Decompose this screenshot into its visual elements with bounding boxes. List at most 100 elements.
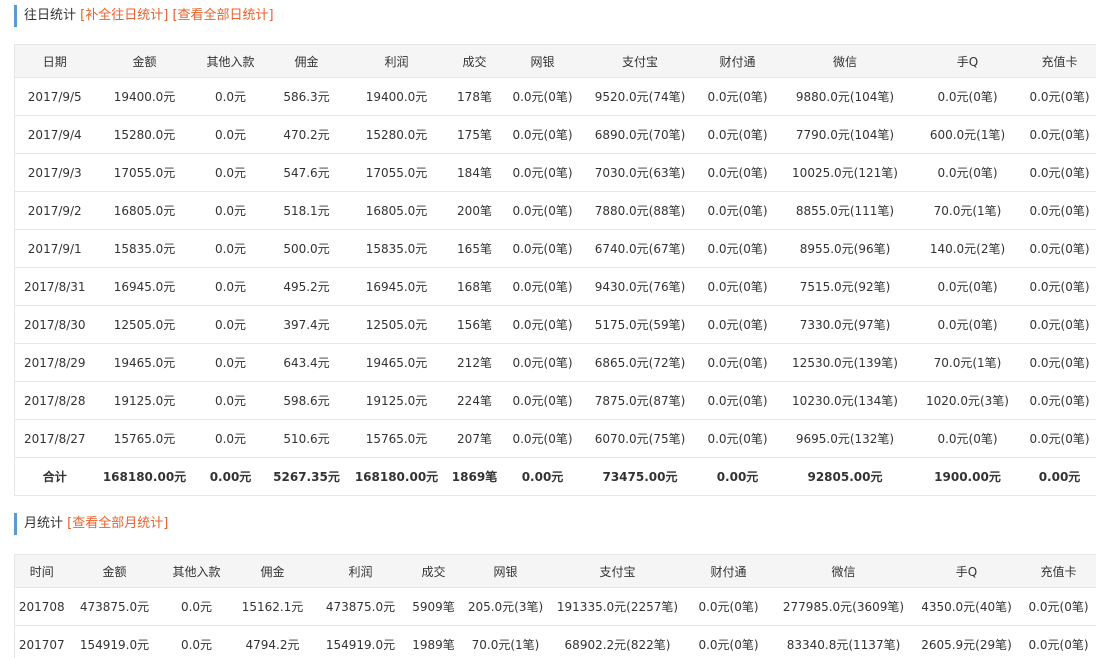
fill-daily-stats-link[interactable]: [补全往日统计]	[80, 8, 168, 23]
daily-column-header: 手Q	[912, 44, 1023, 78]
monthly-column-header: 充值卡	[1020, 554, 1096, 588]
table-cell: 70.0元(1笔)	[458, 625, 553, 658]
table-cell: 495.2元	[266, 267, 347, 306]
monthly-stats-title: 月统计	[24, 516, 64, 531]
total-cell: 1900.00元	[912, 457, 1023, 496]
table-cell: 0.0元(0笔)	[502, 191, 583, 230]
monthly-column-header: 微信	[774, 554, 913, 588]
table-cell: 518.1元	[266, 191, 347, 230]
monthly-column-header: 其他入款	[160, 554, 233, 588]
table-cell: 0.0元(0笔)	[697, 191, 778, 230]
table-cell: 7330.0元(97笔)	[777, 305, 913, 344]
table-cell: 510.6元	[266, 419, 347, 458]
monthly-table-header-row: 时间 金额 其他入款 佣金 利润 成交 网银 支付宝 财付通 微信 手Q 充值卡	[14, 554, 1096, 588]
table-cell: 0.0元	[160, 587, 233, 626]
total-cell: 0.00元	[502, 457, 583, 496]
table-cell: 4350.0元(40笔)	[912, 587, 1021, 626]
table-cell: 0.0元(0笔)	[1022, 419, 1096, 458]
table-cell: 0.0元(0笔)	[912, 153, 1023, 192]
table-row: 2017/8/31 16945.0元 0.0元 495.2元 16945.0元 168笔 0…	[14, 267, 1096, 306]
table-cell: 0.0元(0笔)	[697, 381, 778, 420]
table-cell: 0.0元	[194, 229, 267, 268]
view-all-monthly-stats-link[interactable]: [查看全部月统计]	[67, 516, 168, 531]
table-cell: 10025.0元(121笔)	[777, 153, 913, 192]
total-cell: 0.00元	[697, 457, 778, 496]
table-row: 2017/8/30 12505.0元 0.0元 397.4元 12505.0元 156笔 0…	[14, 305, 1096, 344]
table-cell: 9430.0元(76笔)	[582, 267, 698, 306]
table-row: 2017/9/3 17055.0元 0.0元 547.6元 17055.0元 184笔 0.…	[14, 153, 1096, 192]
table-row: 201707 154919.0元 0.0元 4794.2元 154919.0元 1989笔…	[14, 625, 1096, 658]
table-cell: 0.0元(0笔)	[1022, 77, 1096, 116]
table-cell: 2017/9/1	[14, 229, 95, 268]
table-cell: 15835.0元	[346, 229, 447, 268]
daily-column-header: 佣金	[266, 44, 347, 78]
table-cell: 0.0元(0笔)	[1022, 153, 1096, 192]
table-cell: 4794.2元	[232, 625, 313, 658]
table-cell: 0.0元(0笔)	[502, 381, 583, 420]
table-cell: 19400.0元	[94, 77, 195, 116]
stats-page: 往日统计 [补全往日统计] [查看全部日统计] 日期 金额 其他入款 佣金 利润 成交 网银…	[0, 0, 1096, 658]
table-cell: 0.0元(0笔)	[697, 77, 778, 116]
table-cell: 16945.0元	[346, 267, 447, 306]
table-cell: 547.6元	[266, 153, 347, 192]
table-cell: 201707	[14, 625, 69, 658]
monthly-column-header: 金额	[68, 554, 161, 588]
table-cell: 0.0元(0笔)	[1022, 267, 1096, 306]
table-row: 2017/8/28 19125.0元 0.0元 598.6元 19125.0元 224笔 0…	[14, 381, 1096, 420]
table-cell: 0.0元(0笔)	[697, 115, 778, 154]
table-cell: 8955.0元(96笔)	[777, 229, 913, 268]
table-cell: 0.0元(0笔)	[1022, 229, 1096, 268]
table-cell: 0.0元(0笔)	[697, 267, 778, 306]
table-cell: 15765.0元	[94, 419, 195, 458]
table-cell: 0.0元(0笔)	[1020, 625, 1096, 658]
table-cell: 15835.0元	[94, 229, 195, 268]
table-cell: 586.3元	[266, 77, 347, 116]
view-all-daily-stats-link[interactable]: [查看全部日统计]	[172, 8, 273, 23]
table-cell: 0.0元(0笔)	[682, 587, 775, 626]
table-cell: 6740.0元(67笔)	[582, 229, 698, 268]
table-cell: 70.0元(1笔)	[912, 343, 1023, 382]
table-cell: 184笔	[446, 153, 503, 192]
table-row: 2017/9/4 15280.0元 0.0元 470.2元 15280.0元 175笔 0.…	[14, 115, 1096, 154]
table-cell: 7880.0元(88笔)	[582, 191, 698, 230]
table-cell: 0.0元(0笔)	[1022, 343, 1096, 382]
table-cell: 0.0元	[160, 625, 233, 658]
table-cell: 2605.9元(29笔)	[912, 625, 1021, 658]
table-cell: 2017/8/29	[14, 343, 95, 382]
table-cell: 201708	[14, 587, 69, 626]
monthly-column-header: 手Q	[912, 554, 1021, 588]
table-cell: 19465.0元	[346, 343, 447, 382]
table-cell: 224笔	[446, 381, 503, 420]
table-cell: 2017/8/31	[14, 267, 95, 306]
total-cell: 0.00元	[194, 457, 267, 496]
table-cell: 5175.0元(59笔)	[582, 305, 698, 344]
table-cell: 165笔	[446, 229, 503, 268]
table-cell: 2017/8/30	[14, 305, 95, 344]
daily-column-header: 利润	[346, 44, 447, 78]
table-cell: 0.0元(0笔)	[697, 229, 778, 268]
table-cell: 0.0元	[194, 305, 267, 344]
daily-column-header: 金额	[94, 44, 195, 78]
table-cell: 16805.0元	[94, 191, 195, 230]
table-cell: 0.0元(0笔)	[697, 419, 778, 458]
table-cell: 178笔	[446, 77, 503, 116]
table-cell: 2017/9/5	[14, 77, 95, 116]
daily-stats-header: 往日统计 [补全往日统计] [查看全部日统计]	[14, 5, 274, 27]
table-cell: 0.0元(0笔)	[502, 305, 583, 344]
total-cell: 合计	[14, 457, 95, 496]
daily-column-header: 支付宝	[582, 44, 698, 78]
table-row: 2017/8/29 19465.0元 0.0元 643.4元 19465.0元 212笔 0…	[14, 343, 1096, 382]
table-row: 201708 473875.0元 0.0元 15162.1元 473875.0元 5909…	[14, 587, 1096, 626]
table-cell: 68902.2元(822笔)	[552, 625, 683, 658]
table-cell: 0.0元	[194, 419, 267, 458]
table-cell: 15280.0元	[94, 115, 195, 154]
daily-column-header: 微信	[777, 44, 913, 78]
table-cell: 19125.0元	[94, 381, 195, 420]
daily-column-header: 财付通	[697, 44, 778, 78]
monthly-column-header: 网银	[458, 554, 553, 588]
table-cell: 191335.0元(2257笔)	[552, 587, 683, 626]
total-cell: 73475.00元	[582, 457, 698, 496]
total-row: 合计 168180.00元 0.00元 5267.35元 168180.00元 1869笔…	[14, 457, 1096, 496]
table-cell: 9520.0元(74笔)	[582, 77, 698, 116]
table-cell: 0.0元(0笔)	[912, 305, 1023, 344]
